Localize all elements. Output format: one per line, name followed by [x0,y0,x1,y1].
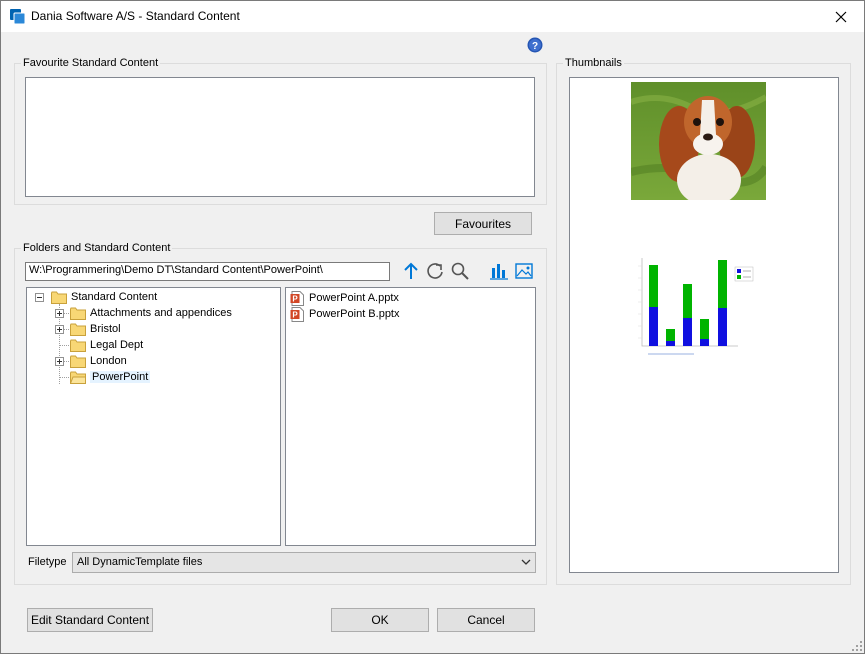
folder-tree[interactable]: Standard Content Attachments and appendi… [26,287,281,546]
expand-toggle[interactable] [55,325,64,334]
favourites-legend: Favourite Standard Content [21,57,161,69]
dog-photo-thumbnail[interactable] [631,82,766,200]
folder-open-icon [70,371,86,384]
svg-text:?: ? [532,41,538,52]
expand-toggle[interactable] [55,357,64,366]
folder-icon [70,307,86,320]
tree-item-attachments[interactable]: Attachments and appendices [70,305,232,321]
svg-text:P: P [292,294,298,303]
collapse-toggle[interactable] [35,293,44,302]
folder-icon [51,291,67,304]
favourites-list[interactable] [25,77,535,197]
file-list[interactable]: P PowerPoint A.pptx P PowerPoint B.pptx [285,287,536,546]
image-icon[interactable] [514,261,534,281]
search-icon[interactable] [450,261,470,281]
edit-standard-content-button[interactable]: Edit Standard Content [27,608,153,632]
tree-item-bristol[interactable]: Bristol [70,321,121,337]
tree-item-label: PowerPoint [90,371,151,383]
file-name: PowerPoint B.pptx [309,308,400,320]
expand-toggle[interactable] [55,309,64,318]
thumbnail-panel [569,77,839,573]
tree-connector [59,377,69,378]
window-title: Dania Software A/S - Standard Content [31,9,240,23]
resize-grip-icon[interactable] [852,641,862,651]
close-button[interactable] [818,1,864,32]
favourites-button[interactable]: Favourites [434,212,532,235]
tree-connector [59,345,69,346]
chevron-down-icon [521,559,531,565]
powerpoint-file-icon: P [290,306,304,322]
standard-content-dialog: Dania Software A/S - Standard Content ? … [0,0,865,654]
filetype-select[interactable]: All DynamicTemplate files [72,552,536,573]
path-input[interactable]: W:\Programmering\Demo DT\Standard Conten… [25,262,390,281]
arrow-up-icon[interactable] [401,261,421,281]
tree-item-legal-dept[interactable]: Legal Dept [70,337,143,353]
folder-icon [70,355,86,368]
refresh-icon[interactable] [425,261,445,281]
file-item[interactable]: P PowerPoint A.pptx [290,290,399,306]
tree-item-powerpoint[interactable]: PowerPoint [70,369,151,385]
filetype-value: All DynamicTemplate files [77,556,203,568]
tree-item-label: Legal Dept [90,339,144,351]
tree-item-label: Bristol [90,323,121,335]
cancel-button[interactable]: Cancel [437,608,535,632]
close-icon [835,11,847,22]
tree-item-root[interactable]: Standard Content [51,289,157,305]
thumbnails-legend: Thumbnails [563,57,624,69]
svg-text:P: P [292,310,298,319]
filetype-label: Filetype [28,556,67,568]
bar-chart-icon[interactable] [489,261,509,281]
tree-item-label: Attachments and appendices [90,307,232,319]
app-icon [10,9,26,25]
chart-thumbnail[interactable] [634,254,764,360]
tree-item-label: London [90,355,127,367]
file-name: PowerPoint A.pptx [309,292,399,304]
tree-item-london[interactable]: London [70,353,127,369]
tree-item-label: Standard Content [71,291,158,303]
folders-legend: Folders and Standard Content [21,242,173,254]
ok-button[interactable]: OK [331,608,429,632]
file-item[interactable]: P PowerPoint B.pptx [290,306,400,322]
folder-icon [70,323,86,336]
folder-icon [70,339,86,352]
title-bar: Dania Software A/S - Standard Content [1,1,864,32]
help-icon[interactable]: ? [527,37,543,53]
powerpoint-file-icon: P [290,290,304,306]
